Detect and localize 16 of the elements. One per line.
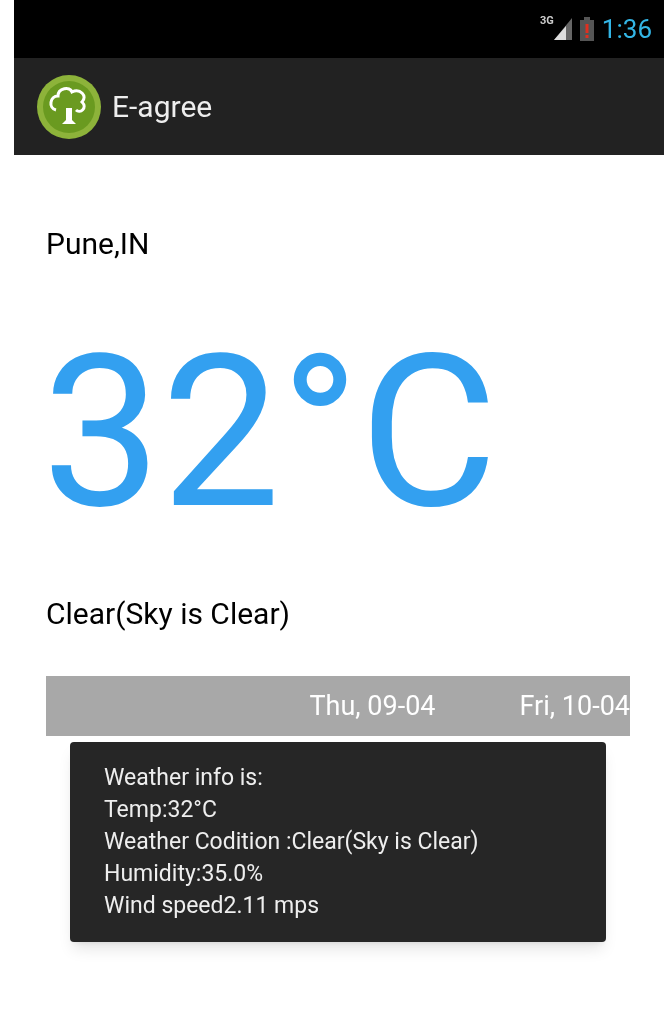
toast-line: Weather Codition :Clear(Sky is Clear) xyxy=(104,827,480,857)
app-title: E-agree xyxy=(112,88,213,126)
day-tab[interactable]: Thu, 09-04 xyxy=(309,685,436,727)
toast-line: Weather info is: xyxy=(104,763,264,793)
signal-icon xyxy=(553,18,572,40)
clock: 1:36 xyxy=(601,12,652,46)
weather-condition: Clear(Sky is Clear) xyxy=(46,599,291,629)
toast-line: Temp:32°C xyxy=(104,795,218,825)
network-type: 3G xyxy=(540,12,554,29)
temperature: 32°C xyxy=(42,327,499,539)
toast-line: Wind speed2.11 mps xyxy=(104,891,321,921)
location: Pune,IN xyxy=(46,229,151,259)
toast-line: Humidity:35.0% xyxy=(104,859,265,889)
tree-logo-icon xyxy=(36,73,102,140)
battery-icon xyxy=(579,17,594,41)
day-tab[interactable]: Fri, 10-04 xyxy=(519,685,630,727)
